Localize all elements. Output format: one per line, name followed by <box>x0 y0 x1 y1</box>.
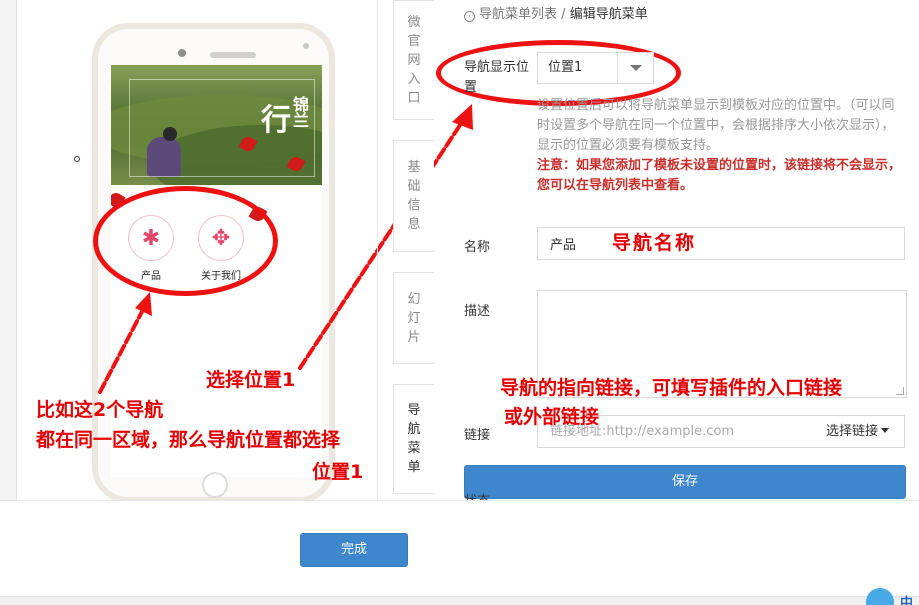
tab-wechat-entry[interactable]: 微官网入口 <box>393 0 434 120</box>
annotation-example-2: 都在同一区域，那么导航位置都选择 <box>36 429 341 451</box>
caret-down-icon <box>617 53 653 83</box>
arrow-to-nav <box>98 302 148 394</box>
tab-label: 基础信息 <box>407 160 421 232</box>
name-label: 名称 <box>464 240 491 255</box>
breadcrumb-parent-link[interactable]: 导航菜单列表 <box>479 7 557 22</box>
divider <box>377 0 378 500</box>
position-help-text: 设置位置后可以将导航菜单显示到模板对应的位置中。（可以同时设置多个导航在同一个位… <box>537 98 895 153</box>
annotation-link-hint-2: 或外部链接 <box>504 406 600 428</box>
footer-bar <box>0 500 919 605</box>
resize-handle-icon[interactable] <box>896 387 904 395</box>
tab-slides[interactable]: 幻灯片 <box>393 272 434 364</box>
screenshot-root: 行 锦兰 ✱ 产品 ✥ 关于我们 微官网入口 基础信息 幻灯片 导航菜单 ‹ 导… <box>0 0 919 605</box>
breadcrumb-current: 编辑导航菜单 <box>569 7 648 22</box>
description-label: 描述 <box>464 304 491 319</box>
breadcrumb-separator: / <box>561 7 566 22</box>
tab-basic-info[interactable]: 基础信息 <box>393 140 434 252</box>
done-button[interactable]: 完成 <box>300 533 408 567</box>
annotation-example-3: 位置1 <box>312 461 364 483</box>
position-warning-text: 注意：如果您添加了模板未设置的位置时，该链接将不会显示，您可以在导航列表中查看。 <box>537 158 902 193</box>
position-label: 导航显示位置 <box>464 60 530 95</box>
tab-label: 导航菜单 <box>407 403 421 475</box>
annotation-example-1: 比如这2个导航 <box>36 399 164 421</box>
save-button[interactable]: 保存 <box>464 465 906 499</box>
position-select-value: 位置1 <box>548 60 583 75</box>
annotation-select-position: 选择位置1 <box>206 369 296 391</box>
circle-left-arrow-icon[interactable]: ‹ <box>464 11 475 22</box>
select-link-label: 选择链接 <box>825 424 878 439</box>
select-link-button[interactable]: 选择链接 <box>811 415 905 448</box>
position-select[interactable]: 位置1 <box>537 52 654 84</box>
annotation-link-hint-1: 导航的指向链接，可填写插件的入口链接 <box>500 377 843 399</box>
tab-label: 幻灯片 <box>407 291 421 345</box>
caret-down-icon <box>881 428 889 433</box>
arrow-to-position <box>298 114 468 370</box>
name-input[interactable] <box>537 227 905 260</box>
breadcrumb: ‹ 导航菜单列表 / 编辑导航菜单 <box>464 3 648 22</box>
ime-indicator[interactable]: 中 <box>900 592 913 605</box>
link-label: 链接 <box>464 428 491 443</box>
tab-nav-menu[interactable]: 导航菜单 <box>393 384 434 494</box>
taskbar-strip <box>0 596 919 605</box>
annotation-nav-name: 导航名称 <box>612 232 697 254</box>
tab-label: 微官网入口 <box>407 14 421 106</box>
